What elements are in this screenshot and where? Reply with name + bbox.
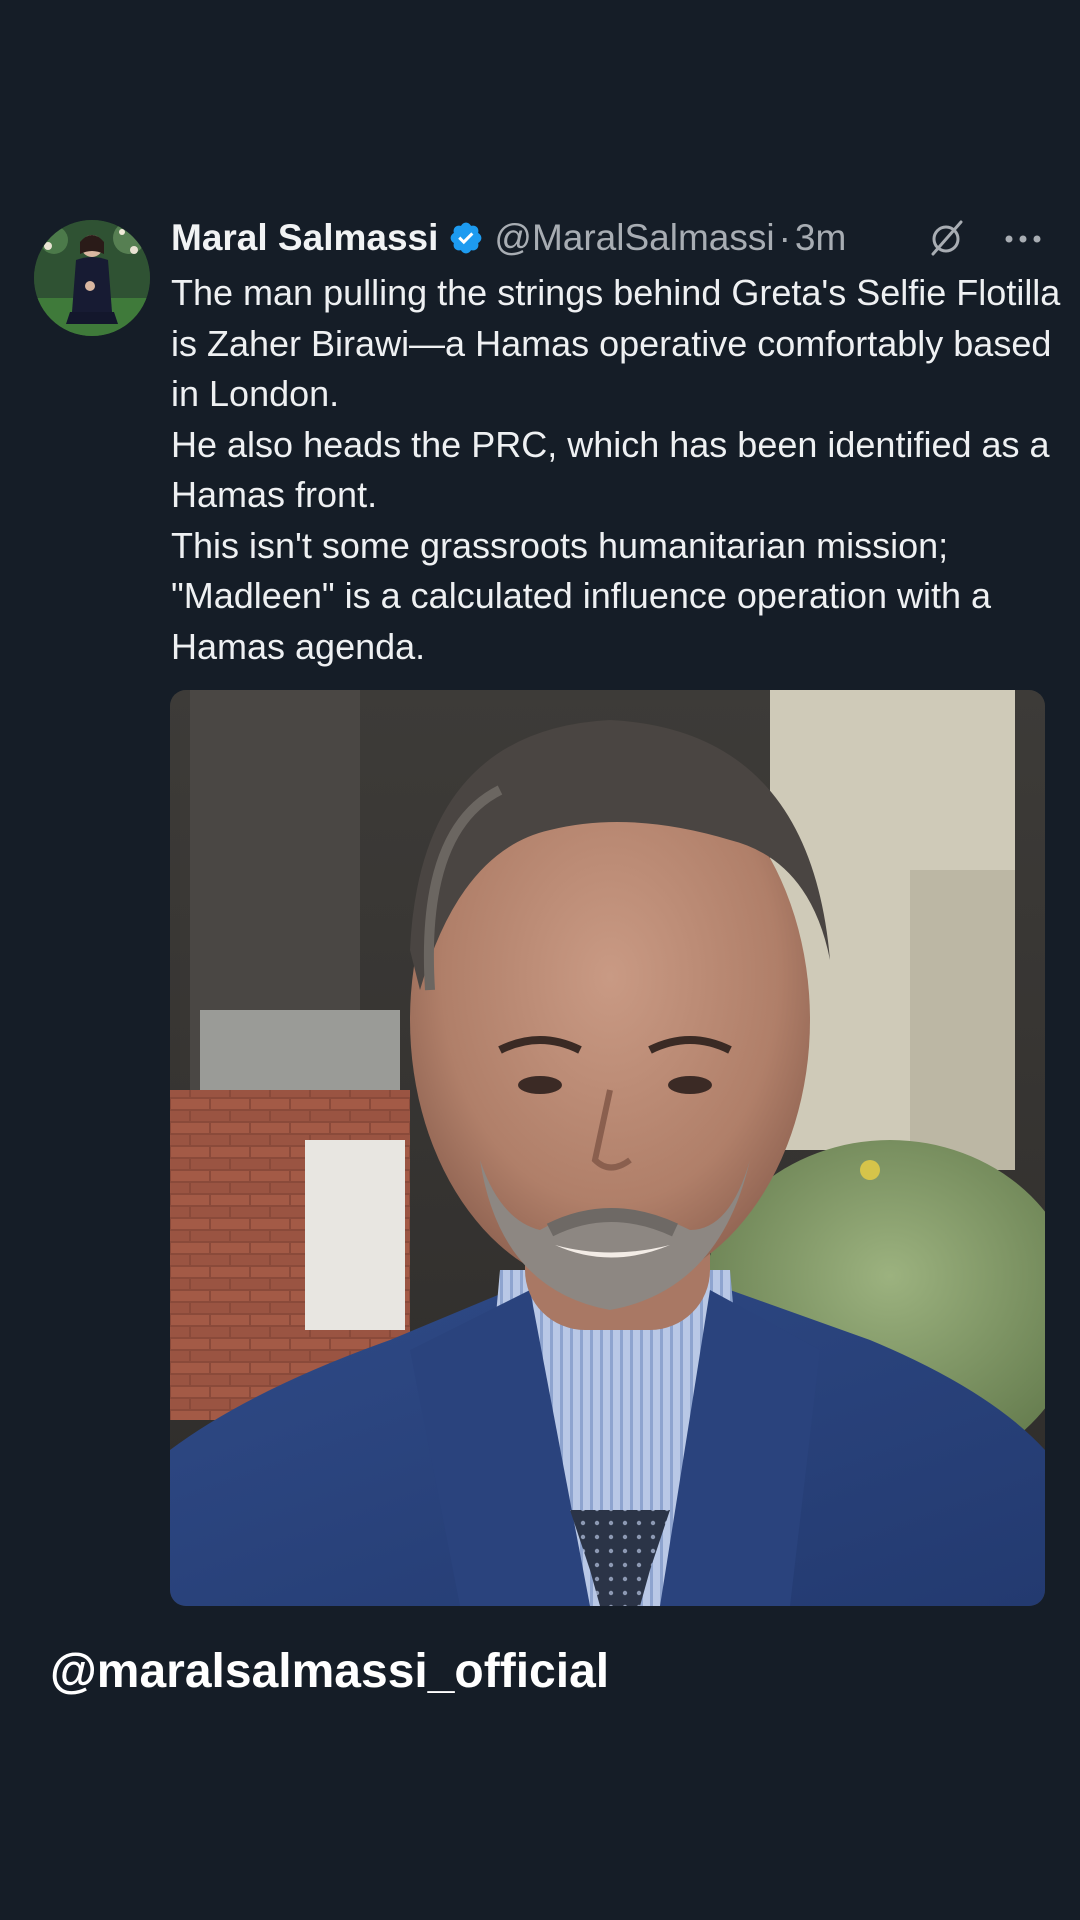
watermark-handle: @maralsalmassi_official [50,1645,610,1698]
verified-badge-icon [448,220,484,256]
tweet-text: The man pulling the strings behind Greta… [171,268,1071,672]
grok-icon[interactable] [927,218,967,258]
tweet-timestamp[interactable]: 3m [795,217,846,259]
header-separator: · [778,217,791,258]
author-avatar[interactable] [34,220,150,336]
author-handle[interactable]: @MaralSalmassi [494,217,774,259]
author-display-name[interactable]: Maral Salmassi [171,217,438,259]
tweet-text-line: The man pulling the strings behind Greta… [171,272,1061,414]
tweet-text-line: This isn't some grassroots humanitarian … [171,524,992,667]
tweet-media-photo[interactable] [170,690,1045,1606]
avatar-image [34,220,150,336]
more-options-icon[interactable] [1003,232,1043,244]
photo-image [170,690,1045,1606]
tweet-header: Maral Salmassi @MaralSalmassi · 3m [171,210,1051,266]
tweet-text-line: He also heads the PRC, which has been id… [171,423,1050,516]
